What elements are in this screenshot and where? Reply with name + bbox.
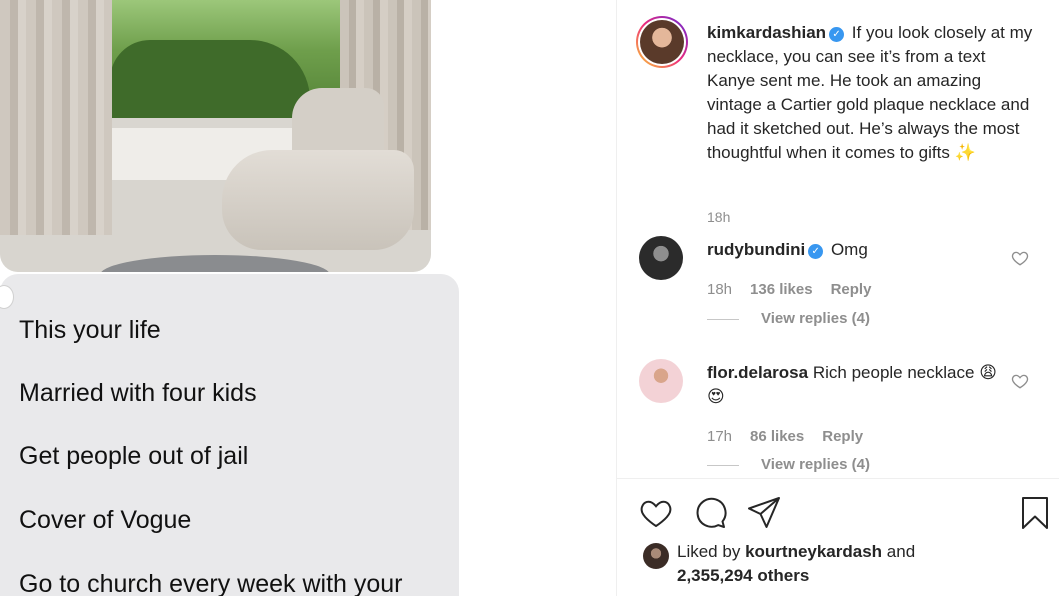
author-avatar[interactable]	[636, 16, 688, 68]
view-replies-button[interactable]: View replies (4)	[707, 310, 870, 327]
comment-icon[interactable]	[692, 495, 728, 531]
comment-time[interactable]: 17h	[707, 428, 732, 445]
commenter-avatar[interactable]	[639, 359, 683, 403]
post-caption: kimkardashian ✓ If you look closely at my…	[707, 21, 1037, 165]
liked-by-prefix: Liked by	[677, 542, 741, 561]
likes-count[interactable]: 2,355,294 others	[677, 566, 809, 585]
text-message-bubble: This your life Married with four kids Ge…	[0, 274, 459, 596]
living-room-image	[0, 0, 431, 272]
view-replies-label: View replies (4)	[761, 456, 870, 473]
paper-plane-icon[interactable]	[746, 495, 782, 531]
verified-badge-icon: ✓	[808, 244, 824, 259]
like-comment-heart-icon[interactable]	[1011, 249, 1029, 267]
comment-likes[interactable]: 136 likes	[750, 281, 813, 298]
liked-by-username[interactable]: kourtneykardash	[745, 542, 882, 561]
view-replies-button[interactable]: View replies (4)	[707, 456, 870, 473]
commenter-username[interactable]: rudybundini	[707, 240, 805, 259]
verified-badge-icon: ✓	[829, 27, 845, 42]
comment-meta: 18h 136 likes Reply	[707, 281, 889, 298]
like-comment-heart-icon[interactable]	[1011, 372, 1029, 390]
liker-avatar[interactable]	[643, 543, 669, 569]
curtain-left	[0, 0, 112, 235]
message-line: Cover of Vogue	[19, 506, 192, 534]
comment-text: flor.delarosa Rich people necklace 😩😍	[707, 361, 1007, 409]
reply-button[interactable]: Reply	[831, 281, 872, 298]
sparkles-emoji: ✨	[954, 143, 976, 162]
post-actions: Liked by kourtneykardash and 2,355,294 o…	[617, 478, 1059, 596]
comment-text: rudybundini ✓ Omg	[707, 238, 1007, 262]
author-username[interactable]: kimkardashian	[707, 23, 826, 42]
comment-body: Rich people necklace	[812, 363, 975, 382]
caption-text: If you look closely at my necklace, you …	[707, 23, 1033, 162]
comment-time[interactable]: 18h	[707, 281, 732, 298]
post-time[interactable]: 18h	[707, 209, 730, 225]
comment-body: Omg	[830, 240, 868, 259]
comment-likes[interactable]: 86 likes	[750, 428, 804, 445]
message-line: Get people out of jail	[19, 442, 249, 470]
view-replies-label: View replies (4)	[761, 310, 870, 327]
liked-by-and: and	[886, 542, 916, 561]
message-line: Married with four kids	[19, 379, 257, 407]
heart-icon[interactable]	[638, 495, 674, 531]
message-line: This your life	[19, 316, 161, 344]
bookmark-icon[interactable]	[1017, 495, 1053, 531]
reply-button[interactable]: Reply	[822, 428, 863, 445]
commenter-username[interactable]: flor.delarosa	[707, 363, 808, 382]
post-photo[interactable]: This your life Married with four kids Ge…	[0, 0, 616, 596]
comment-meta: 17h 86 likes Reply	[707, 428, 881, 445]
liked-by-summary: Liked by kourtneykardash and 2,355,294 o…	[677, 540, 977, 588]
commenter-avatar[interactable]	[639, 236, 683, 280]
post-details: kimkardashian ✓ If you look closely at my…	[616, 0, 1059, 596]
message-line: Go to church every week with your	[19, 570, 403, 596]
